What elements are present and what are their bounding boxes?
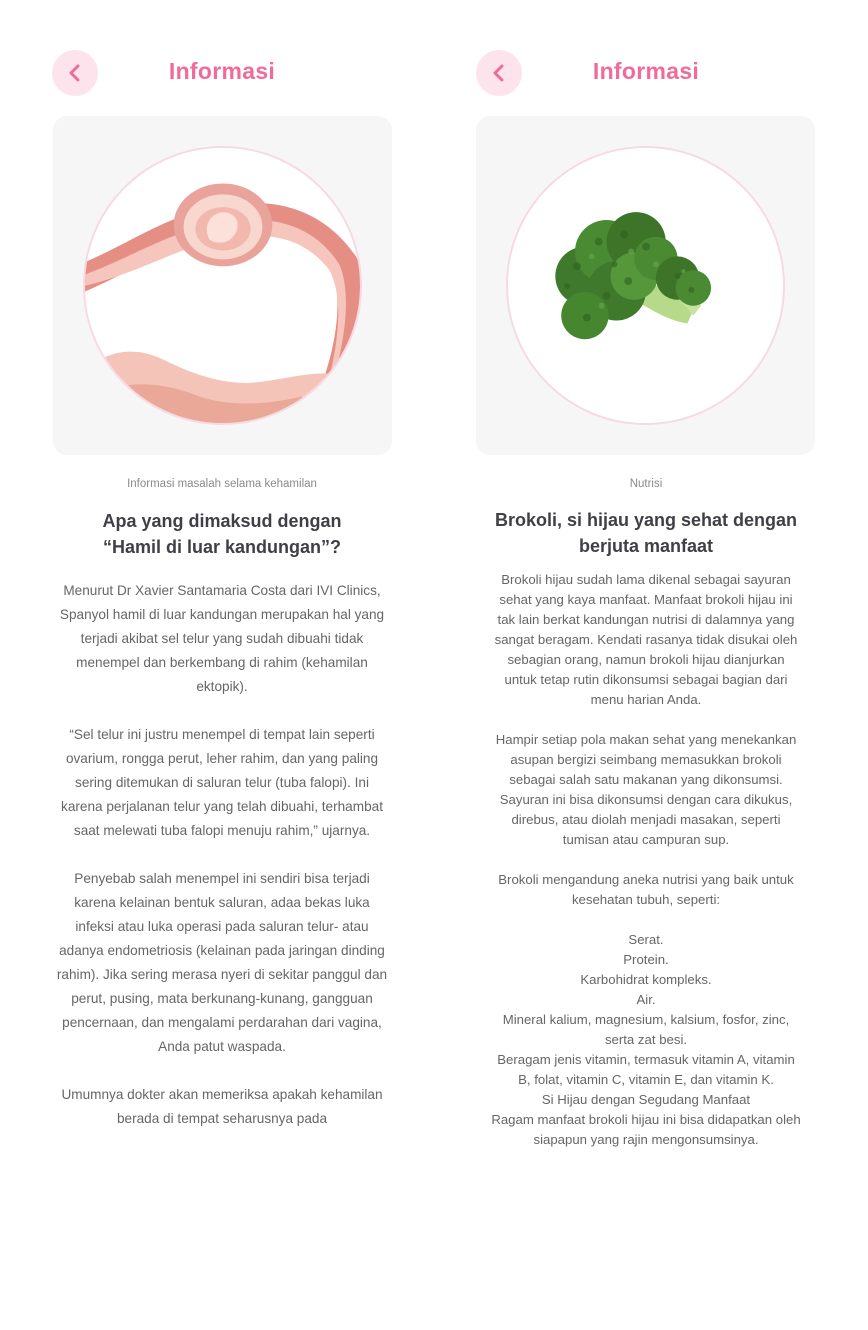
- article-heading: Apa yang dimaksud dengan “Hamil di luar …: [102, 511, 342, 557]
- header: Informasi: [52, 50, 392, 96]
- article-body: Menurut Dr Xavier Santamaria Costa dari …: [56, 583, 388, 1126]
- article-heading: Brokoli, si hijau yang sehat dengan berj…: [494, 510, 798, 556]
- page-title: Informasi: [592, 58, 700, 84]
- header: Informasi: [476, 50, 816, 96]
- article-body: Brokoli hijau sudah lama dikenal sebagai…: [491, 572, 801, 1147]
- broccoli-photo: [506, 146, 785, 425]
- image-card: [53, 116, 392, 455]
- article-category: Nutrisi: [629, 478, 663, 490]
- article-category: Informasi masalah selama kehamilan: [127, 478, 317, 490]
- page-title: Informasi: [168, 58, 276, 84]
- screen-ectopic-pregnancy: Informasi Informasi masalah selama keham…: [0, 0, 434, 1330]
- screen-broccoli: Informasi Nutrisi Brokoli, si hijau yang…: [434, 0, 868, 1330]
- image-card: [476, 116, 815, 455]
- ectopic-pregnancy-illustration: [83, 146, 362, 425]
